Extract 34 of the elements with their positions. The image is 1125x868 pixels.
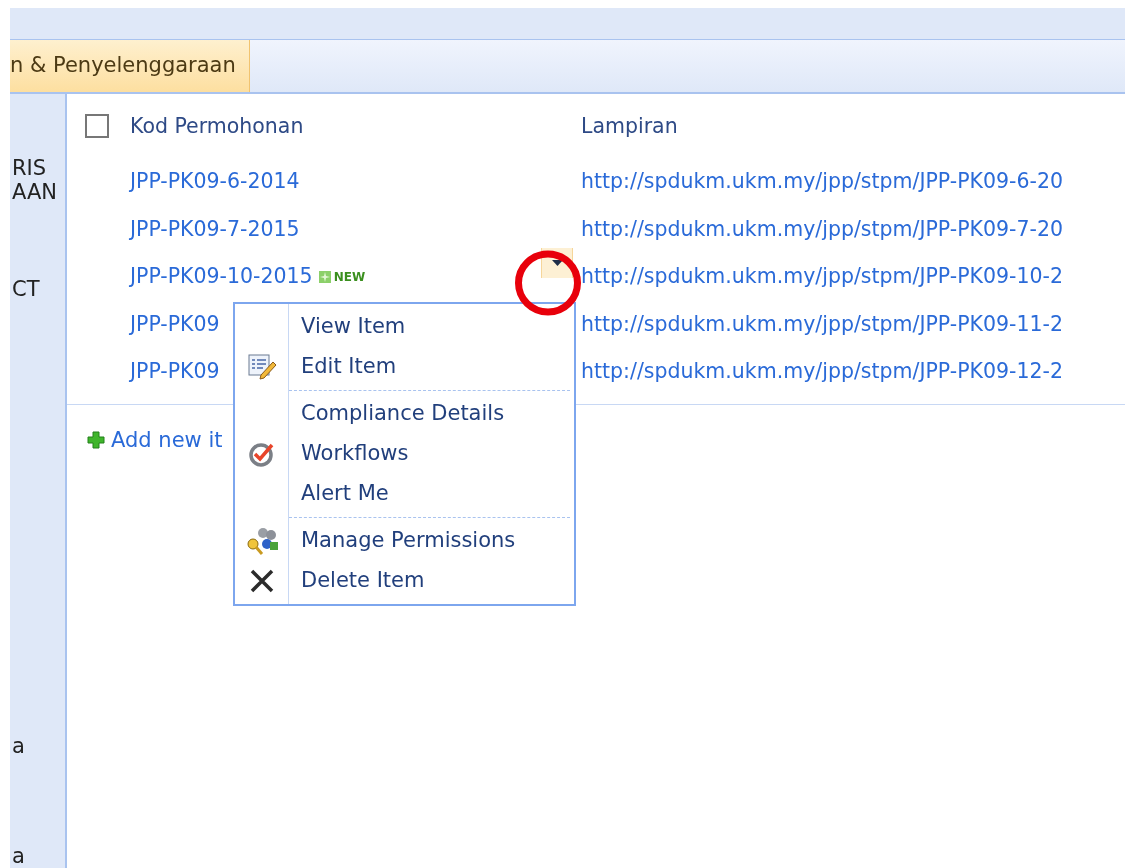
sidebar-item[interactable]: a: [12, 736, 25, 757]
plus-icon: [87, 431, 105, 450]
edit-icon: [247, 353, 277, 381]
attachment-link[interactable]: http://spdukm.ukm.my/jpp/stpm/JPP-PK09-6-20: [581, 169, 1063, 194]
item-link[interactable]: JPP-PK09-10-2015: [130, 261, 313, 293]
sidebar-item[interactable]: AAN: [12, 182, 58, 203]
menu-item[interactable]: Alert Me: [235, 474, 570, 514]
permissions-icon: [246, 526, 278, 556]
menu-item[interactable]: Workflows: [235, 434, 570, 474]
item-link[interactable]: JPP-PK09: [130, 308, 220, 340]
attachment-link[interactable]: http://spdukm.ukm.my/jpp/stpm/JPP-PK09-11-2: [581, 311, 1063, 336]
attachment-link[interactable]: http://spdukm.ukm.my/jpp/stpm/JPP-PK09-10-2: [581, 264, 1063, 289]
delete-icon: [249, 568, 275, 594]
new-badge: NEW: [318, 267, 366, 286]
menu-item[interactable]: Edit Item: [235, 347, 570, 387]
menu-item[interactable]: View Item: [235, 307, 570, 347]
menu-item[interactable]: Compliance Details: [235, 394, 570, 434]
item-link[interactable]: JPP-PK09-7-2015: [130, 213, 300, 245]
annotation-circle: [515, 250, 581, 316]
attachment-link[interactable]: http://spdukm.ukm.my/jpp/stpm/JPP-PK09-7-20: [581, 216, 1063, 241]
item-link[interactable]: JPP-PK09-6-2014: [130, 166, 300, 198]
column-header[interactable]: Kod Permohonan: [130, 113, 304, 138]
column-header[interactable]: Lampiran: [581, 113, 678, 138]
select-all-checkbox[interactable]: [85, 114, 109, 138]
item-link[interactable]: JPP-PK09: [130, 356, 220, 388]
menu-item[interactable]: Delete Item: [235, 561, 570, 601]
sidebar-item[interactable]: a: [12, 846, 25, 867]
sidebar-item[interactable]: RIS: [12, 158, 47, 179]
caret-icon: [551, 260, 563, 267]
attachment-link[interactable]: http://spdukm.ukm.my/jpp/stpm/JPP-PK09-12-2: [581, 359, 1063, 384]
sidebar-item[interactable]: CT: [12, 279, 40, 300]
tab[interactable]: n & Penyelenggaraan: [10, 40, 250, 92]
menu-item[interactable]: Manage Permissions: [235, 521, 570, 561]
add-new-item-link[interactable]: Add new it: [87, 424, 223, 456]
